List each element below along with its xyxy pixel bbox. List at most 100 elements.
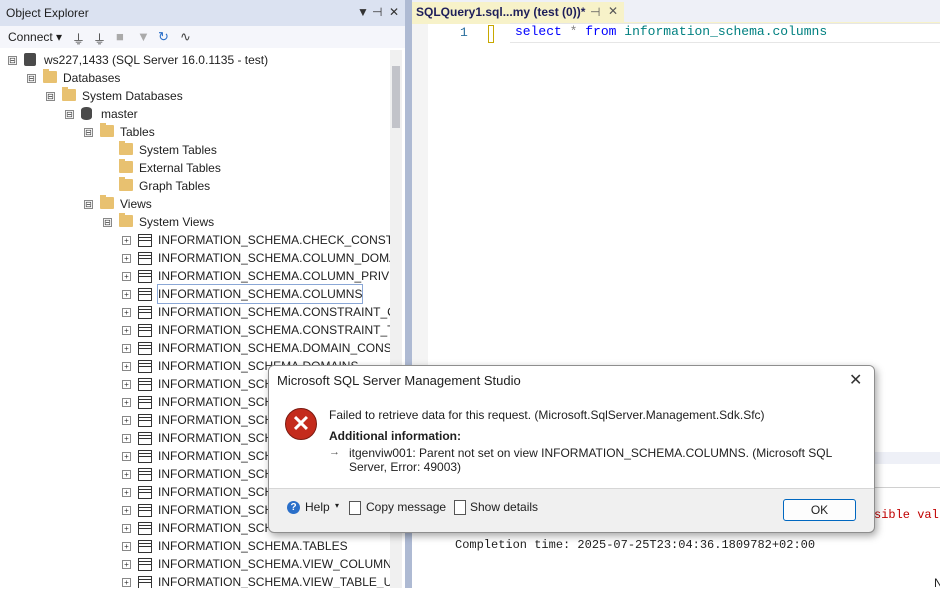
expand-icon[interactable]: + [122, 560, 131, 569]
copy-message-button[interactable]: Copy message [366, 500, 446, 514]
collapse-icon[interactable]: ⊟ [8, 56, 17, 65]
tree-node[interactable]: + INFORMATION_SCHEMA.TABLES [0, 537, 390, 555]
copy-icon[interactable] [349, 501, 361, 515]
tab-pin-icon[interactable]: ⊣ [590, 5, 600, 19]
chevron-down-icon: ▾ [56, 30, 63, 44]
expand-icon[interactable]: + [122, 416, 131, 425]
collapse-icon[interactable]: ⊟ [84, 200, 93, 209]
tree-node[interactable]: + INFORMATION_SCHEMA.COLUMN_DOMA [0, 249, 390, 267]
tree-node-label: Views [120, 197, 152, 211]
pin-icon[interactable]: ⊣ [372, 5, 382, 19]
view-icon [138, 360, 152, 373]
expand-icon[interactable]: + [122, 452, 131, 461]
help-dropdown-icon[interactable]: ▾ [335, 501, 339, 510]
folder-icon [119, 213, 133, 227]
refresh-icon[interactable]: ↻ [158, 29, 169, 45]
tree-node[interactable]: ⊟ ws227,1433 (SQL Server 16.0.1135 - test… [0, 51, 390, 69]
expand-icon[interactable]: + [122, 578, 131, 587]
tree-node-label: Databases [63, 71, 121, 85]
tree-node[interactable]: + INFORMATION_SCHEMA.VIEW_COLUMN_U [0, 555, 390, 573]
tree-node[interactable]: + INFORMATION_SCHEMA.CHECK_CONSTRA [0, 231, 390, 249]
tree-node-label: System Databases [82, 89, 183, 103]
view-icon [138, 414, 152, 427]
dialog-close-icon[interactable]: ✕ [849, 370, 862, 390]
collapse-icon[interactable]: ⊟ [46, 92, 55, 101]
tree-node[interactable]: ⊟ Tables [0, 123, 390, 141]
activity-monitor-icon[interactable]: ∿ [180, 29, 191, 45]
tree-node[interactable]: System Tables [0, 141, 390, 159]
tree-node[interactable]: External Tables [0, 159, 390, 177]
tree-node[interactable]: + INFORMATION_SCHEMA.COLUMNS [0, 284, 390, 304]
collapse-icon[interactable]: ⊟ [27, 74, 36, 83]
close-icon[interactable]: ✕ [389, 5, 399, 19]
filter-icon[interactable]: ▼ [137, 29, 150, 44]
keyword-select: select [515, 24, 562, 39]
collapse-icon[interactable]: ⊟ [84, 128, 93, 137]
tree-node[interactable]: + INFORMATION_SCHEMA.CONSTRAINT_CO [0, 303, 390, 321]
tab-sqlquery1[interactable]: SQLQuery1.sql...my (test (0))* ⊣ ✕ [412, 2, 624, 22]
tree-node-label: External Tables [139, 161, 221, 175]
view-icon [138, 288, 152, 301]
expand-icon[interactable]: + [122, 380, 131, 389]
window-position-dropdown-icon[interactable]: ▼ [357, 5, 369, 19]
tree-node[interactable]: + INFORMATION_SCHEMA.VIEW_TABLE_USA [0, 573, 390, 588]
expand-icon[interactable]: + [122, 254, 131, 263]
expand-icon[interactable]: + [122, 236, 131, 245]
expand-icon[interactable]: + [122, 308, 131, 317]
tree-node-label: INFORMATION_SCH [158, 413, 274, 427]
expand-icon[interactable]: + [122, 470, 131, 479]
tree-node[interactable]: + INFORMATION_SCHEMA.CONSTRAINT_TA [0, 321, 390, 339]
collapse-icon[interactable]: ⊟ [65, 110, 74, 119]
expand-icon[interactable]: + [122, 542, 131, 551]
tree-node-label: INFORMATION_SCHEMA.DOMAIN_CONST [158, 341, 390, 355]
tree-node-label: Tables [120, 125, 155, 139]
view-icon [138, 324, 152, 337]
connect-plug-icon[interactable]: ⏚ [72, 29, 85, 48]
expand-icon[interactable]: + [122, 344, 131, 353]
tree-node[interactable]: ⊟ System Views [0, 213, 390, 231]
tab-close-icon[interactable]: ✕ [608, 4, 618, 18]
tree-node[interactable]: ⊟ Databases [0, 69, 390, 87]
connect-button[interactable]: Connect ▾ [8, 30, 62, 44]
keyword-from: from [585, 24, 617, 39]
help-button[interactable]: Help [305, 500, 330, 514]
expand-icon[interactable]: + [122, 398, 131, 407]
arrow-icon: → [329, 446, 340, 458]
expand-icon[interactable]: + [122, 362, 131, 371]
view-icon [138, 432, 152, 445]
stop-icon[interactable]: ■ [116, 29, 124, 44]
expand-icon[interactable]: + [122, 434, 131, 443]
tree-node[interactable]: ⊟ master [0, 105, 390, 123]
tree-node[interactable]: + INFORMATION_SCHEMA.DOMAIN_CONST [0, 339, 390, 357]
show-details-button[interactable]: Show details [470, 500, 538, 514]
expand-icon[interactable]: + [122, 272, 131, 281]
expand-icon[interactable]: + [122, 326, 131, 335]
tree-node-label: System Views [139, 215, 215, 229]
tree-node[interactable]: Graph Tables [0, 177, 390, 195]
view-icon [138, 522, 152, 535]
help-icon[interactable]: ? [287, 501, 300, 514]
folder-icon [119, 141, 133, 155]
ok-button[interactable]: OK [783, 499, 856, 521]
object-explorer-title: Object Explorer [6, 6, 89, 20]
expand-icon[interactable]: + [122, 488, 131, 497]
folder-icon [43, 69, 57, 83]
query-code-line[interactable]: select * from information_schema.columns [515, 24, 827, 39]
disconnect-plug-icon[interactable]: ⏚ [93, 29, 106, 48]
tree-node-label: INFORMATION_SCH [158, 377, 274, 391]
server-icon [24, 53, 36, 66]
tree-node[interactable]: ⊟ System Databases [0, 87, 390, 105]
tree-node[interactable]: + INFORMATION_SCHEMA.COLUMN_PRIVILE [0, 267, 390, 285]
details-icon[interactable] [454, 500, 466, 515]
tree-node[interactable]: ⊟ Views [0, 195, 390, 213]
expand-icon[interactable]: + [122, 506, 131, 515]
tree-node-label: INFORMATION_SCHEMA.CHECK_CONSTRA [158, 233, 390, 247]
expand-icon[interactable]: + [122, 290, 131, 299]
tree-node-label: INFORMATION_SCHEMA.TABLES [158, 539, 348, 553]
tree-node-label: INFORMATION_SCHEMA.VIEW_TABLE_USA [158, 575, 390, 588]
tree-scrollbar-thumb[interactable] [392, 66, 400, 128]
error-message-fragment: sible val [874, 508, 939, 522]
collapse-icon[interactable]: ⊟ [103, 218, 112, 227]
database-icon [81, 107, 92, 120]
expand-icon[interactable]: + [122, 524, 131, 533]
